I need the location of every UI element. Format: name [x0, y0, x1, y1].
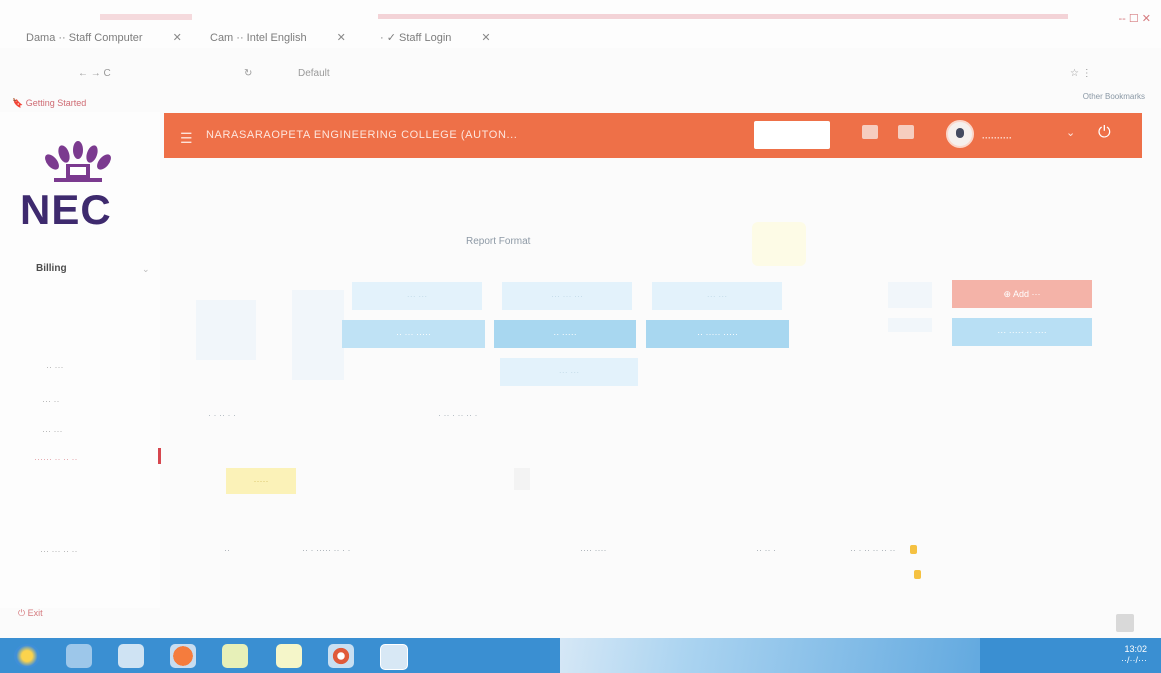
highlight-glow	[752, 222, 806, 266]
logo-text: NEC	[20, 186, 112, 233]
table-cell: ·· ·· ·	[756, 545, 776, 555]
report-button[interactable]: ·· ····· ·····	[646, 320, 789, 348]
header-search-box[interactable]	[754, 121, 830, 149]
close-tab-icon[interactable]: ✕	[481, 32, 490, 44]
sidebar-item-billing[interactable]: Billing	[36, 263, 67, 274]
tab-highlight	[378, 14, 1068, 19]
status-badge	[910, 545, 917, 554]
bookmark-star-icon[interactable]: ☆ ⋮	[1070, 68, 1092, 79]
report-button[interactable]: ··· ···	[652, 282, 782, 310]
report-button[interactable]: ··· ···	[352, 282, 482, 310]
browser-tab-bar: Dama ·· Staff Computer ✕ Cam ·· Intel Eng…	[0, 0, 1161, 48]
screen-icon[interactable]	[862, 125, 878, 139]
report-format-title: Report Format	[466, 236, 531, 247]
browser-tab[interactable]: Dama ·· Staff Computer ✕	[26, 30, 182, 46]
report-button[interactable]: ·· ·····	[494, 320, 636, 348]
power-icon[interactable]: ⏻	[1098, 124, 1111, 142]
firefox-icon[interactable]	[170, 644, 196, 668]
media-icon[interactable]	[118, 644, 144, 668]
reload-icon[interactable]: ↻	[244, 68, 252, 79]
exit-button[interactable]: ⏻ Exit	[18, 608, 43, 619]
filter-label: · ·· · ·· ·· ·	[438, 410, 478, 420]
browser-tab-active[interactable]: · ✓ Staff Login ✕	[380, 30, 491, 46]
action-button[interactable]: ··· ····· ·· ····	[952, 318, 1092, 346]
ghost-panel	[292, 290, 344, 380]
college-title: NARASARAOPETA ENGINEERING COLLEGE (AUTON…	[206, 129, 518, 141]
table-cell: ··	[224, 545, 230, 555]
taskbar-glow	[560, 638, 980, 673]
mail-icon[interactable]	[898, 125, 914, 139]
hamburger-icon[interactable]: ☰	[180, 130, 193, 147]
ghost-field	[888, 318, 932, 332]
report-button[interactable]: ··· ···	[500, 358, 638, 386]
chevron-down-icon[interactable]: ⌄	[142, 264, 150, 275]
ghost-field	[888, 282, 932, 308]
other-bookmarks[interactable]: Other Bookmarks	[1083, 92, 1145, 101]
sidebar-item[interactable]: ··· ··	[42, 396, 60, 406]
report-button[interactable]: ··· ··· ···	[502, 282, 632, 310]
table-cell: ···· ····	[580, 545, 607, 555]
table-cell: ·· · ····· ·· · ·	[302, 545, 351, 555]
avatar[interactable]	[946, 120, 974, 148]
app-icon[interactable]	[222, 644, 248, 668]
start-icon[interactable]	[14, 644, 40, 668]
table-cell: ·· · ·· ·· ·· ··	[850, 545, 896, 555]
folder-icon[interactable]	[276, 644, 302, 668]
user-name[interactable]: ··········	[982, 133, 1012, 143]
bookmark-getting-started[interactable]: 🔖 Getting Started	[12, 98, 86, 109]
sidebar-item[interactable]: ··· ···	[42, 426, 62, 436]
scroll-to-top-button[interactable]	[1116, 614, 1134, 632]
ghost-panel	[196, 300, 256, 360]
url-text[interactable]: Default	[298, 68, 330, 79]
filter-label: · · ·· · ·	[208, 410, 236, 420]
tab-highlight	[100, 14, 192, 20]
browser-tab[interactable]: Cam ·· Intel English ✕	[210, 30, 346, 46]
add-button[interactable]: ⊕ Add ···	[952, 280, 1092, 308]
word-icon[interactable]	[380, 644, 408, 670]
sidebar-item-selected[interactable]: ······ ·· ·· ··	[34, 454, 77, 464]
chrome-icon[interactable]	[328, 644, 354, 668]
active-indicator	[158, 448, 161, 464]
close-tab-icon[interactable]: ✕	[173, 32, 182, 44]
checkbox[interactable]	[514, 468, 530, 490]
nav-buttons[interactable]: ← → C	[78, 68, 111, 79]
sidebar-item[interactable]: ·· ···	[46, 362, 64, 372]
status-badge	[914, 570, 921, 579]
report-button[interactable]: ·· ··· ·····	[342, 320, 485, 348]
window-controls[interactable]: -- ☐ ✕	[1118, 12, 1151, 25]
address-bar[interactable]: ← → C ↻ Default ☆ ⋮	[0, 58, 1161, 84]
close-tab-icon[interactable]: ✕	[337, 32, 346, 44]
chevron-down-icon[interactable]: ⌄	[1066, 126, 1075, 139]
sidebar-item[interactable]: ··· ··· ·· ··	[40, 546, 77, 556]
system-tray-clock[interactable]: 13:02 ··/··/···	[1121, 644, 1147, 666]
filter-button[interactable]: ·····	[226, 468, 296, 494]
ie-icon[interactable]	[66, 644, 92, 668]
app-header: ☰ NARASARAOPETA ENGINEERING COLLEGE (AUT…	[164, 113, 1142, 158]
